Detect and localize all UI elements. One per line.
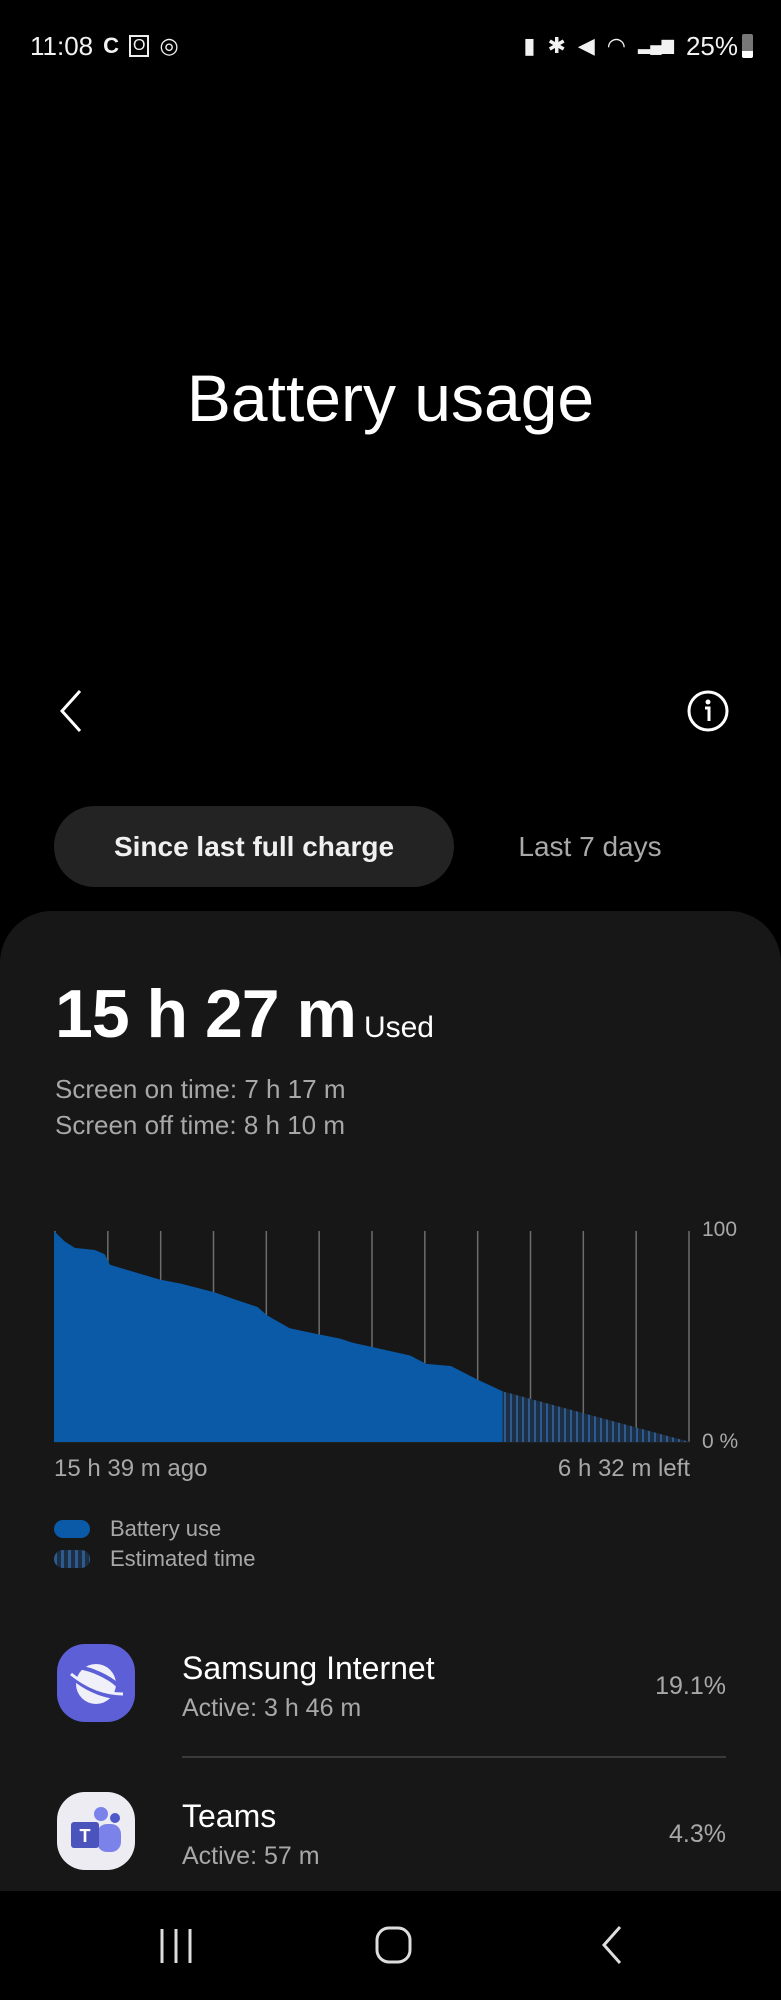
- sync-icon: C: [103, 33, 120, 58]
- battery-percent: 25%: [685, 30, 738, 61]
- estimated-time-area: [502, 1391, 690, 1442]
- x-label-end: 6 h 32 m left: [557, 1455, 690, 1482]
- app-item-samsung-internet[interactable]: Samsung Internet Active: 3 h 46 m 19.1%: [0, 1630, 781, 1750]
- app-name: Samsung Internet: [182, 1650, 435, 1686]
- info-button[interactable]: [686, 689, 730, 733]
- fingerprint-icon: ◎: [159, 33, 179, 58]
- app-active-time: Active: 3 h 46 m: [182, 1694, 362, 1722]
- tab-since-last-full-charge[interactable]: Since last full charge: [54, 806, 454, 887]
- y-tick-0: 0 %: [702, 1430, 739, 1453]
- screen-off-time: Screen off time: 8 h 10 m: [55, 1110, 345, 1140]
- battery-icon: [742, 34, 753, 58]
- y-tick-100: 100: [702, 1218, 738, 1241]
- battery-saver-icon: ▮: [523, 33, 536, 58]
- bluetooth-icon: ✱: [547, 33, 566, 58]
- wifi-icon: ◠: [606, 33, 626, 58]
- app-percent: 19.1%: [655, 1672, 726, 1700]
- navigation-bar: [0, 1891, 781, 2000]
- screen-on-time: Screen on time: 7 h 17 m: [55, 1074, 346, 1104]
- legend-swatch-battery-use: [54, 1520, 90, 1538]
- status-bar-right: ▮ ✱ ◀ ◠ ▂▄▆ 25%: [523, 28, 753, 64]
- legend-battery-use: Battery use: [54, 1516, 221, 1542]
- used-value: 15 h 27 m: [55, 976, 357, 1052]
- home-icon[interactable]: [374, 1925, 414, 1965]
- chevron-left-icon: [59, 689, 82, 733]
- app-item-teams[interactable]: T Teams Active: 57 m 4.3%: [0, 1776, 781, 1891]
- used-time: 15 h 27 m Used: [55, 975, 434, 1053]
- recents-icon[interactable]: [158, 1927, 194, 1965]
- legend-label: Estimated time: [110, 1546, 256, 1571]
- status-bar-left: 11:08 C O ◎: [30, 28, 179, 64]
- svg-text:T: T: [80, 1826, 91, 1846]
- back-button[interactable]: [50, 688, 94, 734]
- used-label: Used: [363, 1011, 434, 1044]
- app-name: Teams: [182, 1798, 277, 1834]
- legend-label: Battery use: [110, 1516, 222, 1541]
- app-active-time: Active: 57 m: [182, 1842, 320, 1870]
- x-label-start: 15 h 39 m ago: [54, 1455, 208, 1482]
- signal-icon: ▂▄▆: [638, 37, 674, 54]
- mute-icon: ◀: [577, 33, 595, 58]
- page-title: Battery usage: [186, 361, 595, 435]
- legend-estimated-time: Estimated time: [54, 1546, 256, 1572]
- outlook-icon: O: [129, 35, 150, 57]
- samsung-internet-icon: [57, 1644, 135, 1722]
- battery-use-area: [54, 1231, 503, 1442]
- tab-last-7-days[interactable]: Last 7 days: [470, 806, 710, 887]
- info-icon: [687, 690, 729, 732]
- app-percent: 4.3%: [669, 1820, 726, 1848]
- clock: 11:08: [30, 30, 94, 61]
- legend-swatch-estimated: [54, 1550, 90, 1568]
- teams-icon: T: [57, 1792, 135, 1870]
- divider: [182, 1756, 726, 1758]
- battery-chart: [54, 1231, 690, 1443]
- back-icon[interactable]: [598, 1925, 626, 1965]
